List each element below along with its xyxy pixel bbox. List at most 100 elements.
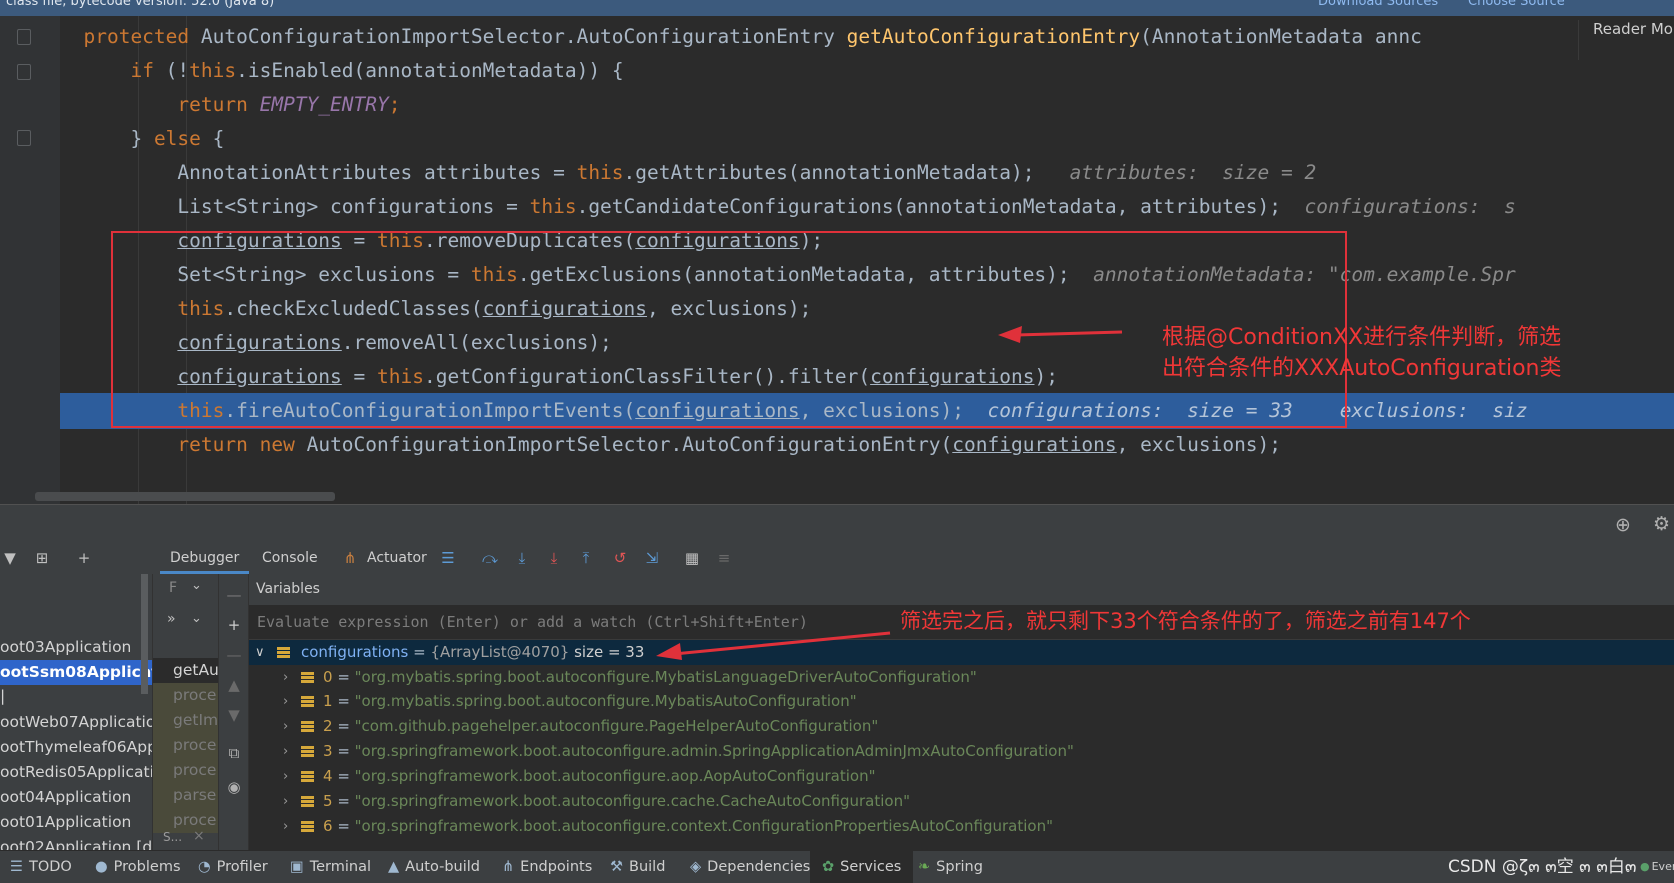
code-line-1[interactable]: protected AutoConfigurationImportSelecto… [60, 19, 1674, 55]
more-icon[interactable]: » [167, 611, 176, 627]
frames-list-icon[interactable]: ☰ [440, 550, 456, 566]
chevron-right-icon[interactable]: › [283, 665, 288, 690]
profiler-button[interactable]: ◔ Profiler [198, 851, 268, 883]
list-item[interactable]: ootSsm08Application [0, 660, 152, 685]
services-button[interactable]: ✿ Services [810, 851, 914, 883]
list-item[interactable]: ootRedis05Applicatio [0, 760, 152, 785]
close-icon[interactable]: × [193, 828, 205, 844]
tab-actuator[interactable]: Actuator [367, 542, 427, 574]
terminal-button[interactable]: ▣ Terminal [290, 851, 371, 883]
actuator-icon: ⋔ [343, 549, 357, 567]
inline-debug-value: attributes: size = 2 [1034, 161, 1317, 184]
step-into-icon[interactable]: ⤓ [514, 550, 530, 566]
variable-row-item[interactable]: › 6 = "org.springframework.boot.autoconf… [249, 814, 1674, 839]
code-line-3[interactable]: return EMPTY_ENTRY; [60, 87, 1674, 123]
add-icon[interactable]: + [76, 550, 92, 566]
fold-marker-icon[interactable] [17, 130, 31, 146]
code-line-5[interactable]: AnnotationAttributes attributes = this.g… [60, 155, 1674, 191]
bytecode-version-text: class file, bytecode version: 52.0 (Java… [6, 0, 275, 9]
variable-row-item[interactable]: › 1 = "org.mybatis.spring.boot.autoconfi… [249, 689, 1674, 714]
stack-frame[interactable]: proce [153, 733, 219, 758]
inline-debug-value: configurations: s [1280, 195, 1516, 218]
code-line-2[interactable]: if (!this.isEnabled(annotationMetadata))… [60, 53, 1674, 89]
variable-row-item[interactable]: › 5 = "org.springframework.boot.autoconf… [249, 789, 1674, 814]
string-field-icon [301, 696, 314, 707]
stack-frame[interactable]: getIm [153, 708, 219, 733]
step-out-icon[interactable]: ⤒ [578, 550, 594, 566]
crosshair-icon[interactable]: ⊕ [1615, 514, 1631, 536]
variable-row-item[interactable]: › 3 = "org.springframework.boot.autoconf… [249, 739, 1674, 764]
variables-title: Variables [256, 581, 320, 597]
chevron-down-icon[interactable]: ⌄ [191, 611, 202, 626]
variable-row-configurations[interactable]: ∨ configurations = {ArrayList@4070} size… [249, 640, 1674, 665]
download-sources-link[interactable]: Download Sources [1318, 0, 1438, 9]
stack-frame[interactable]: getAu [153, 658, 219, 683]
tab-console[interactable]: Console [262, 542, 318, 574]
chevron-right-icon[interactable]: › [283, 764, 288, 789]
filter-icon[interactable]: ▼ [2, 550, 18, 566]
reader-mode-toggle[interactable]: Reader Mo [1578, 20, 1674, 60]
stack-frame[interactable]: parse [153, 783, 219, 808]
spring-button[interactable]: ❧ Spring [918, 851, 983, 883]
chevron-right-icon[interactable]: › [283, 814, 288, 839]
list-item[interactable]: | [0, 684, 152, 709]
step-over-icon[interactable]: ⤼ [482, 550, 498, 566]
choose-sources-link[interactable]: Choose Source [1468, 0, 1565, 9]
event-log-button[interactable]: ●Event [1640, 857, 1674, 877]
collapse-icon[interactable]: — [225, 586, 243, 604]
chevron-down-icon[interactable]: ∨ [255, 640, 265, 665]
fold-marker-icon[interactable] [17, 29, 31, 45]
add-watch-icon[interactable]: + [225, 616, 243, 634]
variables-header: Variables [249, 574, 1674, 605]
chevron-down-icon[interactable]: ⌄ [191, 578, 202, 593]
stack-frame[interactable]: proce [153, 683, 219, 708]
todo-button[interactable]: ☰ TODO [10, 851, 72, 883]
variable-row-item[interactable]: › 4 = "org.springframework.boot.autoconf… [249, 764, 1674, 789]
chevron-right-icon[interactable]: › [283, 789, 288, 814]
list-item[interactable]: ootWeb07Application [0, 710, 152, 735]
force-step-into-icon[interactable]: ⤓ [546, 550, 562, 566]
stack-frame[interactable]: proce [153, 758, 219, 783]
variable-row-item[interactable]: › 2 = "com.github.pagehelper.autoconfigu… [249, 714, 1674, 739]
list-item[interactable]: oot03Application [0, 635, 152, 660]
dependencies-button[interactable]: ◈ Dependencies [690, 851, 810, 883]
gear-icon[interactable]: ⚙ [1653, 513, 1670, 535]
editor-gutter[interactable] [0, 16, 60, 504]
code-line-6[interactable]: List<String> configurations = this.getCa… [60, 189, 1674, 225]
build-button[interactable]: ⚒ Build [610, 851, 665, 883]
string-field-icon [301, 721, 314, 732]
run-to-cursor-icon[interactable]: ⇲ [644, 550, 660, 566]
stack-frames-panel[interactable]: F ⌄ » ⌄ getAu proce getIm proce proce pa… [152, 574, 219, 850]
string-field-icon [301, 672, 314, 683]
fold-marker-icon[interactable] [17, 64, 31, 80]
variable-row-item[interactable]: › 0 = "org.mybatis.spring.boot.autoconfi… [249, 665, 1674, 690]
chevron-right-icon[interactable]: › [283, 714, 288, 739]
drop-frame-icon[interactable]: ↺ [612, 550, 628, 566]
list-item[interactable]: oot04Application [0, 785, 152, 810]
copy-icon[interactable]: ⧉ [225, 744, 243, 762]
tab-debugger[interactable]: Debugger [160, 542, 250, 574]
list-item[interactable]: oot01Application [0, 810, 152, 835]
list-item[interactable]: ootThymeleaf06Appli [0, 735, 152, 760]
pin-tab-icon[interactable]: ⊞ [34, 550, 50, 566]
move-up-icon[interactable]: ▲ [225, 676, 243, 694]
services-scrollbar[interactable] [141, 574, 148, 694]
view-icon[interactable]: ◉ [225, 778, 243, 796]
problems-button[interactable]: ● Problems [95, 851, 181, 883]
endpoints-button[interactable]: ⋔ Endpoints [502, 851, 592, 883]
chevron-right-icon[interactable]: › [283, 689, 288, 714]
auto-build-button[interactable]: ▲ Auto-build [388, 851, 480, 883]
chevron-right-icon[interactable]: › [283, 739, 288, 764]
code-line-13[interactable]: return new AutoConfigurationImportSelect… [60, 427, 1674, 463]
list-item[interactable]: oot02Application [de [0, 835, 152, 850]
remove-watch-icon[interactable]: — [225, 646, 243, 664]
editor-horizontal-scrollbar[interactable] [35, 492, 335, 501]
thread-filter-label[interactable]: F [169, 580, 177, 596]
evaluate-expression-icon[interactable]: ▦ [684, 550, 700, 566]
list-variable-icon [277, 647, 290, 658]
services-tree[interactable]: oot03Application ootSsm08Application | o… [0, 574, 152, 850]
move-down-icon[interactable]: ▼ [225, 706, 243, 724]
string-field-icon [301, 821, 314, 832]
code-line-4[interactable]: } else { [60, 121, 1674, 157]
trace-current-stream-icon[interactable]: ≡ [716, 550, 732, 566]
